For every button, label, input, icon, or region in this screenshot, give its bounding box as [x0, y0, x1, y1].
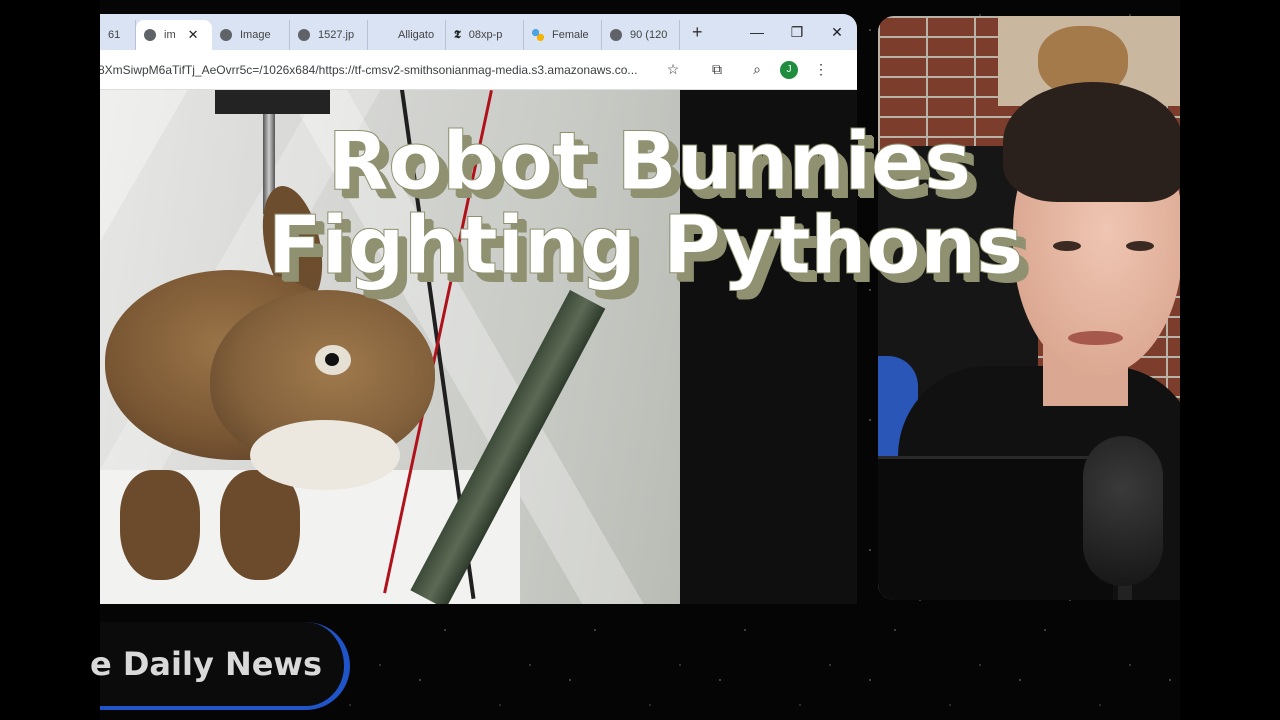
tab-label: 1527.jp — [318, 29, 355, 41]
bunny-eye — [315, 345, 351, 375]
microphone — [1083, 436, 1163, 586]
close-tab-icon[interactable]: ✕ — [188, 27, 199, 43]
menu-kebab-icon[interactable]: ⋮ — [806, 61, 836, 78]
tab-label: Alligato — [398, 29, 435, 41]
video-headline: Robot Bunnies Fighting Pythons — [0, 115, 1280, 292]
address-bar[interactable]: 8XmSiwpM6aTifTj_AeOvrr5c=/1026x684/https… — [100, 63, 658, 77]
tab-5[interactable]: Alligato — [368, 20, 446, 50]
webcam-feed — [878, 16, 1180, 600]
tab-label: 61 — [108, 29, 121, 41]
side-panel-search-icon[interactable]: ⌕ — [742, 61, 772, 78]
new-tab-button[interactable]: + — [692, 22, 703, 43]
tab-2-active[interactable]: im ✕ — [136, 20, 212, 50]
window-controls: — ❐ ✕ — [737, 14, 857, 50]
bookmark-star-icon[interactable]: ☆ — [658, 61, 688, 78]
letterbox-right — [1180, 0, 1280, 720]
presenter-mouth — [1068, 331, 1123, 345]
tab-7[interactable]: Female — [524, 20, 602, 50]
letterbox-left — [0, 0, 100, 720]
profile-avatar[interactable]: J — [780, 60, 798, 79]
tab-3[interactable]: Image — [212, 20, 290, 50]
minimize-button[interactable]: — — [737, 24, 777, 40]
bunny-front-leg — [220, 470, 300, 580]
nyt-icon: 𝕿 — [454, 28, 461, 41]
bunny-chest — [250, 420, 400, 490]
headline-line-1: Robot Bunnies — [327, 115, 972, 208]
tab-6[interactable]: 𝕿 08xp-p — [446, 20, 524, 50]
globe-icon — [144, 29, 156, 41]
tab-1[interactable]: 61 — [100, 20, 136, 50]
globe-icon — [610, 29, 622, 41]
browser-toolbar: 8XmSiwpM6aTifTj_AeOvrr5c=/1026x684/https… — [100, 50, 857, 90]
tab-strip: 61 im ✕ Image 1527.jp Alligato 𝕿 08xp-p … — [100, 14, 857, 50]
close-window-button[interactable]: ✕ — [817, 24, 857, 41]
show-name: e Daily News — [90, 645, 323, 683]
lower-third-banner: e Daily News — [90, 622, 350, 710]
bunny-back-leg — [120, 470, 200, 580]
multi-dot-icon — [532, 29, 544, 41]
tab-8[interactable]: 90 (120 — [602, 20, 680, 50]
restore-button[interactable]: ❐ — [777, 24, 817, 41]
tab-label: 90 (120 — [630, 29, 668, 41]
monitor — [878, 456, 1113, 600]
browser-window: 61 im ✕ Image 1527.jp Alligato 𝕿 08xp-p … — [100, 14, 857, 604]
extensions-icon[interactable]: ⧉ — [702, 61, 732, 78]
tab-label: im — [164, 29, 176, 41]
tab-label: 08xp-p — [468, 29, 503, 41]
globe-icon — [220, 29, 232, 41]
tab-label: Female — [552, 29, 589, 41]
tab-4[interactable]: 1527.jp — [290, 20, 368, 50]
tab-label: Image — [240, 29, 271, 41]
globe-icon — [298, 29, 310, 41]
headline-line-2: Fighting Pythons — [267, 199, 1024, 292]
motor-mount — [215, 90, 330, 114]
